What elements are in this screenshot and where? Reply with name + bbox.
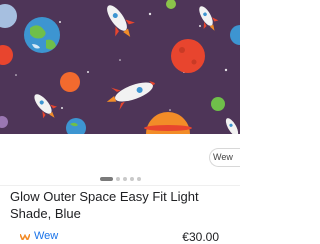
carousel-dot[interactable] bbox=[115, 177, 120, 181]
carousel-indicator bbox=[0, 176, 240, 182]
carousel-dot-active[interactable] bbox=[99, 177, 113, 181]
image-source-chip[interactable]: Wew bbox=[209, 148, 240, 167]
carousel-dot[interactable] bbox=[136, 177, 141, 181]
product-image[interactable] bbox=[0, 0, 240, 134]
planet-icon bbox=[60, 72, 80, 92]
seller-row[interactable]: Wew €30.00 bbox=[20, 230, 240, 244]
mars-planet-icon bbox=[171, 39, 205, 73]
earth-planet-icon bbox=[24, 17, 60, 53]
planet-icon bbox=[211, 97, 225, 111]
price: €30.00 bbox=[182, 230, 219, 244]
seller-name[interactable]: Wew bbox=[34, 230, 58, 242]
divider bbox=[0, 185, 240, 186]
carousel-dot[interactable] bbox=[129, 177, 134, 181]
carousel-dot[interactable] bbox=[122, 177, 127, 181]
space-pattern-illustration bbox=[0, 0, 240, 134]
product-title[interactable]: Glow Outer Space Easy Fit Light Shade, B… bbox=[10, 188, 235, 222]
seller-logo-icon bbox=[20, 234, 30, 240]
